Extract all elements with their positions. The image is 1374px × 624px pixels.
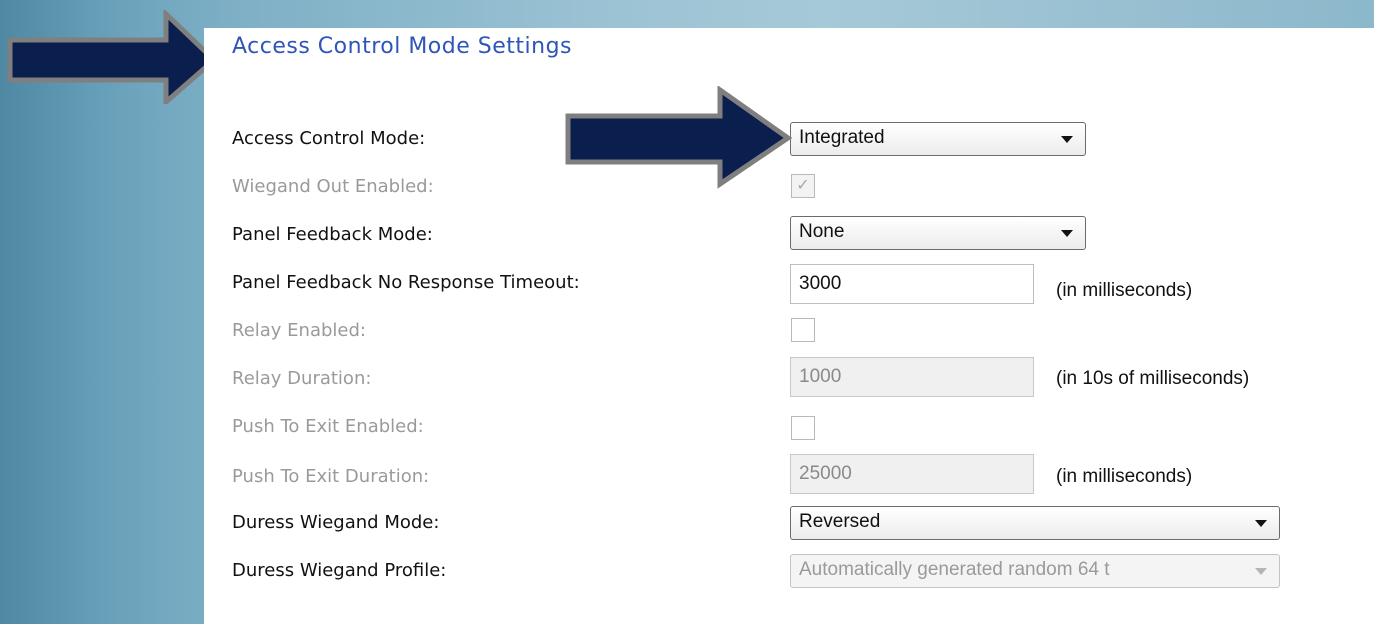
duress-wiegand-mode-select[interactable]: Reversed <box>790 506 1280 540</box>
relay-duration-label: Relay Duration: <box>232 368 372 389</box>
panel-feedback-timeout-input[interactable]: 3000 <box>790 264 1034 304</box>
duress-wiegand-mode-label: Duress Wiegand Mode: <box>232 512 440 533</box>
duress-wiegand-profile-value: Automatically generated random 64 t <box>799 559 1110 580</box>
chevron-down-icon <box>1255 568 1267 575</box>
relay-enabled-label: Relay Enabled: <box>232 320 366 341</box>
push-to-exit-duration-label: Push To Exit Duration: <box>232 466 430 487</box>
panel-feedback-mode-value: None <box>799 221 845 242</box>
access-control-mode-label: Access Control Mode: <box>232 128 426 149</box>
relay-duration-input[interactable]: 1000 <box>790 357 1034 397</box>
duress-wiegand-mode-value: Reversed <box>799 511 881 532</box>
access-control-mode-value: Integrated <box>799 127 885 148</box>
relay-enabled-checkbox[interactable] <box>791 318 815 342</box>
panel-feedback-mode-select[interactable]: None <box>790 216 1086 250</box>
panel-feedback-mode-label: Panel Feedback Mode: <box>232 224 433 245</box>
duress-wiegand-profile-label: Duress Wiegand Profile: <box>232 560 447 581</box>
chevron-down-icon <box>1255 520 1267 527</box>
push-to-exit-enabled-checkbox[interactable] <box>791 416 815 440</box>
panel-feedback-timeout-label: Panel Feedback No Response Timeout: <box>232 272 580 293</box>
chevron-down-icon <box>1061 230 1073 237</box>
chevron-down-icon <box>1061 136 1073 143</box>
access-control-mode-select[interactable]: Integrated <box>790 122 1086 156</box>
push-to-exit-enabled-label: Push To Exit Enabled: <box>232 416 424 437</box>
right-arrow-icon <box>7 10 218 104</box>
section-title: Access Control Mode Settings <box>232 34 572 59</box>
checkmark-icon: ✓ <box>796 175 810 194</box>
panel-feedback-timeout-unit: (in milliseconds) <box>1056 280 1193 301</box>
push-to-exit-duration-unit: (in milliseconds) <box>1056 466 1193 487</box>
wiegand-out-enabled-label: Wiegand Out Enabled: <box>232 176 434 197</box>
right-arrow-icon <box>565 86 793 189</box>
relay-duration-unit: (in 10s of milliseconds) <box>1056 368 1250 389</box>
push-to-exit-duration-input[interactable]: 25000 <box>790 454 1034 494</box>
wiegand-out-enabled-checkbox[interactable]: ✓ <box>791 174 815 198</box>
duress-wiegand-profile-select[interactable]: Automatically generated random 64 t <box>790 554 1280 588</box>
